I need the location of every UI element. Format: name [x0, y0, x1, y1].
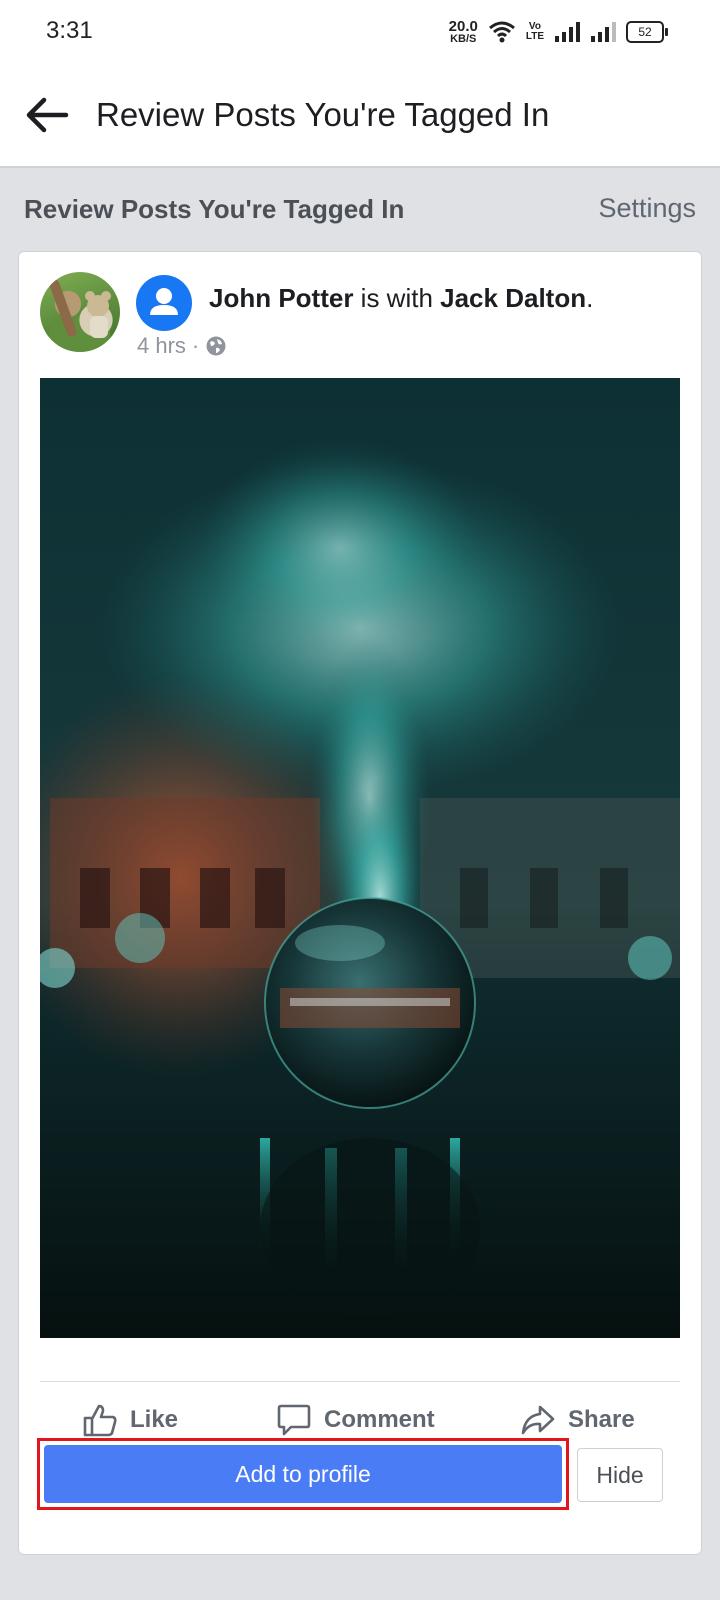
post-card: John Potter is with Jack Dalton. 4 hrs · [18, 251, 702, 1555]
share-label: Share [568, 1406, 635, 1433]
status-icons: 20.0 KB/S Vo LTE 52 [449, 16, 668, 48]
globe-icon [206, 336, 226, 356]
network-speed-value: 20.0 [448, 18, 478, 35]
app-header: Review Posts You're Tagged In [0, 64, 720, 168]
share-button[interactable]: Share [520, 1402, 635, 1438]
teddy-bear-photo [49, 279, 111, 338]
like-label: Like [130, 1406, 179, 1433]
end-punct: . [586, 283, 594, 313]
meta-separator: · [191, 333, 200, 358]
page-title: Review Posts You're Tagged In [96, 96, 550, 133]
crystal-ball-photo [40, 378, 680, 1338]
post-meta: 4 hrs · [137, 333, 227, 359]
status-bar: 3:31 20.0 KB/S Vo LTE 52 [0, 0, 720, 64]
add-to-profile-highlight: Add to profile [37, 1438, 569, 1510]
status-time: 3:31 [46, 17, 93, 44]
share-icon [521, 1405, 555, 1435]
default-user-icon [150, 288, 178, 315]
comment-button[interactable]: Comment [276, 1402, 435, 1438]
comment-icon [277, 1404, 311, 1436]
network-speed: 20.0 KB/S [449, 19, 478, 45]
author-avatar[interactable] [40, 272, 120, 352]
settings-link[interactable]: Settings [598, 193, 696, 224]
back-arrow-icon[interactable] [24, 92, 70, 138]
like-button[interactable]: Like [82, 1402, 178, 1438]
wifi-icon [488, 21, 515, 43]
network-speed-unit: KB/S [450, 33, 477, 45]
comment-label: Comment [324, 1406, 435, 1433]
post-author-line: John Potter is with Jack Dalton. [209, 283, 593, 314]
author-name[interactable]: John Potter [209, 283, 353, 313]
section-title: Review Posts You're Tagged In [24, 194, 405, 224]
hide-button[interactable]: Hide [577, 1448, 663, 1502]
thumbs-up-icon [83, 1404, 117, 1437]
signal-icon-sim2 [591, 22, 616, 42]
signal-icon-sim1 [555, 22, 580, 42]
tagged-name[interactable]: Jack Dalton [440, 283, 586, 313]
with-text: is with [353, 283, 441, 313]
post-photo[interactable] [40, 378, 680, 1338]
volte-indicator: Vo LTE [526, 22, 544, 42]
battery-indicator: 52 [626, 21, 668, 43]
post-time[interactable]: 4 hrs [137, 333, 186, 359]
tagged-user-avatar[interactable] [136, 275, 192, 331]
volte-bottom: LTE [525, 31, 544, 42]
add-to-profile-button[interactable]: Add to profile [44, 1445, 562, 1503]
